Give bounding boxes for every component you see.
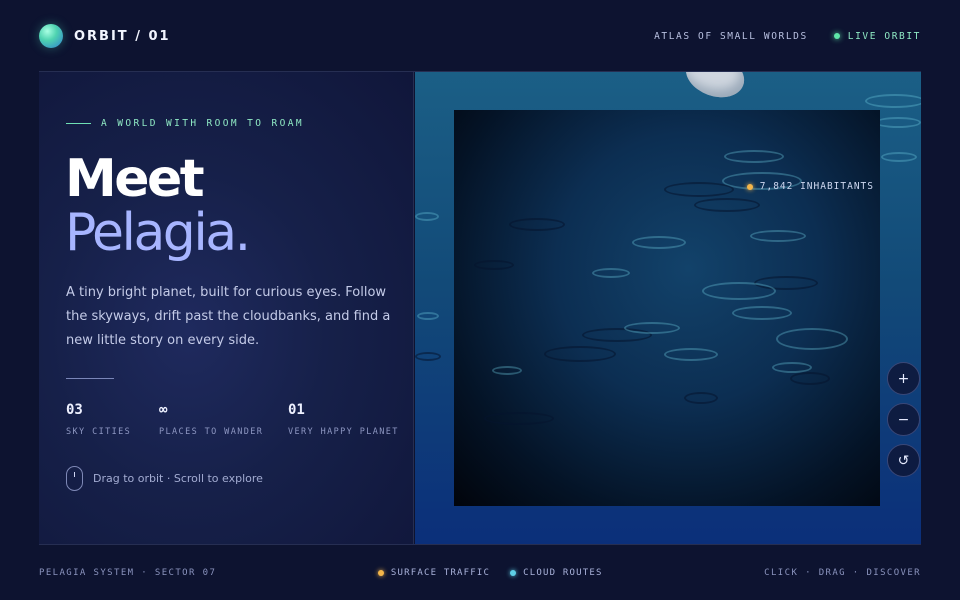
header: ORBIT / 01 ATLAS OF SMALL WORLDS LIVE OR… <box>39 24 921 48</box>
hero-description: A tiny bright planet, built for curious … <box>66 285 391 348</box>
live-orbit-label: LIVE ORBIT <box>847 30 921 42</box>
stat-label: VERY HAPPY PLANET <box>288 427 399 437</box>
stat-label: PLACES TO WANDER <box>159 427 264 437</box>
minus-icon: − <box>897 411 910 428</box>
eyebrow: A WORLD WITH ROOM TO ROAM <box>66 118 304 129</box>
stat-value: 03 <box>66 402 83 418</box>
surface-traffic-dot-icon <box>377 570 384 576</box>
legend-label: CLOUD ROUTES <box>523 568 603 578</box>
inhabitants-badge: 7,842 INHABITANTS <box>746 181 874 192</box>
cloud-ring <box>509 218 565 231</box>
cloud-ring <box>865 94 921 108</box>
hint-text: Drag to orbit · Scroll to explore <box>93 472 263 485</box>
cloud-ring <box>750 230 806 242</box>
page-title: Meet Pelagia. <box>65 149 251 263</box>
stat-value: 01 <box>288 402 305 418</box>
live-status-dot-icon <box>833 33 840 39</box>
cloud-ring <box>544 346 616 362</box>
mouse-icon <box>66 466 83 491</box>
system-sector-label: PELAGIA SYSTEM · SECTOR 07 <box>39 568 217 578</box>
legend-cloud-routes[interactable]: CLOUD ROUTES <box>510 568 602 578</box>
interaction-instructions: CLICK · DRAG · DISCOVER <box>764 568 921 578</box>
population-dot-icon <box>746 183 753 190</box>
headline-line-2: Pelagia. <box>65 203 251 263</box>
stats-row: 03 SKY CITIES ∞ PLACES TO WANDER 01 VERY… <box>66 402 411 442</box>
cloud-ring <box>702 282 776 300</box>
planet-canvas[interactable]: 7,842 INHABITANTS <box>454 110 880 506</box>
cloud-ring <box>664 348 718 361</box>
cloud-ring <box>684 392 718 404</box>
footer-divider <box>39 544 921 545</box>
legend-surface-traffic[interactable]: SURFACE TRAFFIC <box>377 568 491 578</box>
brand[interactable]: ORBIT / 01 <box>39 24 171 48</box>
cloud-ring <box>724 150 784 163</box>
interaction-hint: Drag to orbit · Scroll to explore <box>66 466 263 491</box>
cloud-ring <box>624 322 680 334</box>
cloud-ring <box>881 152 917 162</box>
cloud-ring <box>415 212 439 221</box>
map-legend: SURFACE TRAFFIC CLOUD ROUTES <box>377 568 603 578</box>
stat-value: ∞ <box>159 402 168 418</box>
nav-link-atlas[interactable]: ATLAS OF SMALL WORLDS <box>654 31 808 42</box>
cloud-ring <box>484 412 554 425</box>
cloud-ring <box>790 372 830 385</box>
stat-happy-planet: 01 VERY HAPPY PLANET <box>288 402 399 437</box>
zoom-in-button[interactable]: + <box>887 362 920 395</box>
planet-logo-icon <box>39 24 63 48</box>
stat-places: ∞ PLACES TO WANDER <box>159 402 263 437</box>
cloud-ring <box>492 366 522 375</box>
zoom-controls: + − ↺ <box>887 362 920 477</box>
reset-icon: ↺ <box>897 452 910 469</box>
reset-view-button[interactable]: ↺ <box>887 444 920 477</box>
inhabitants-count: 7,842 INHABITANTS <box>759 181 874 192</box>
cloud-ring <box>875 117 921 128</box>
cloud-ring <box>417 312 439 320</box>
eyebrow-line <box>66 123 91 124</box>
cloud-ring <box>694 198 760 212</box>
top-nav: ATLAS OF SMALL WORLDS LIVE ORBIT <box>654 31 921 42</box>
moon-shape <box>679 72 751 105</box>
cloud-ring <box>732 306 792 320</box>
headline-line-1: Meet <box>65 149 205 209</box>
cloud-ring <box>415 352 441 361</box>
plus-icon: + <box>897 370 910 387</box>
live-orbit-indicator[interactable]: LIVE ORBIT <box>833 30 921 42</box>
cloud-ring <box>776 328 848 350</box>
stat-label: SKY CITIES <box>66 427 132 437</box>
eyebrow-text: A WORLD WITH ROOM TO ROAM <box>101 118 304 129</box>
planet-viewport[interactable]: 7,842 INHABITANTS + − ↺ <box>415 72 921 544</box>
zoom-out-button[interactable]: − <box>887 403 920 436</box>
cloud-ring <box>632 236 686 249</box>
brand-title: ORBIT / 01 <box>74 28 171 44</box>
cloud-ring <box>664 182 734 197</box>
cloud-ring <box>592 268 630 278</box>
footer: PELAGIA SYSTEM · SECTOR 07 SURFACE TRAFF… <box>39 566 921 580</box>
legend-label: SURFACE TRAFFIC <box>390 568 491 578</box>
cloud-ring <box>474 260 514 270</box>
stat-sky-cities: 03 SKY CITIES <box>66 402 131 437</box>
hero-panel: A WORLD WITH ROOM TO ROAM Meet Pelagia. … <box>39 72 414 544</box>
cloud-routes-dot-icon <box>510 570 517 576</box>
section-divider <box>66 378 114 379</box>
